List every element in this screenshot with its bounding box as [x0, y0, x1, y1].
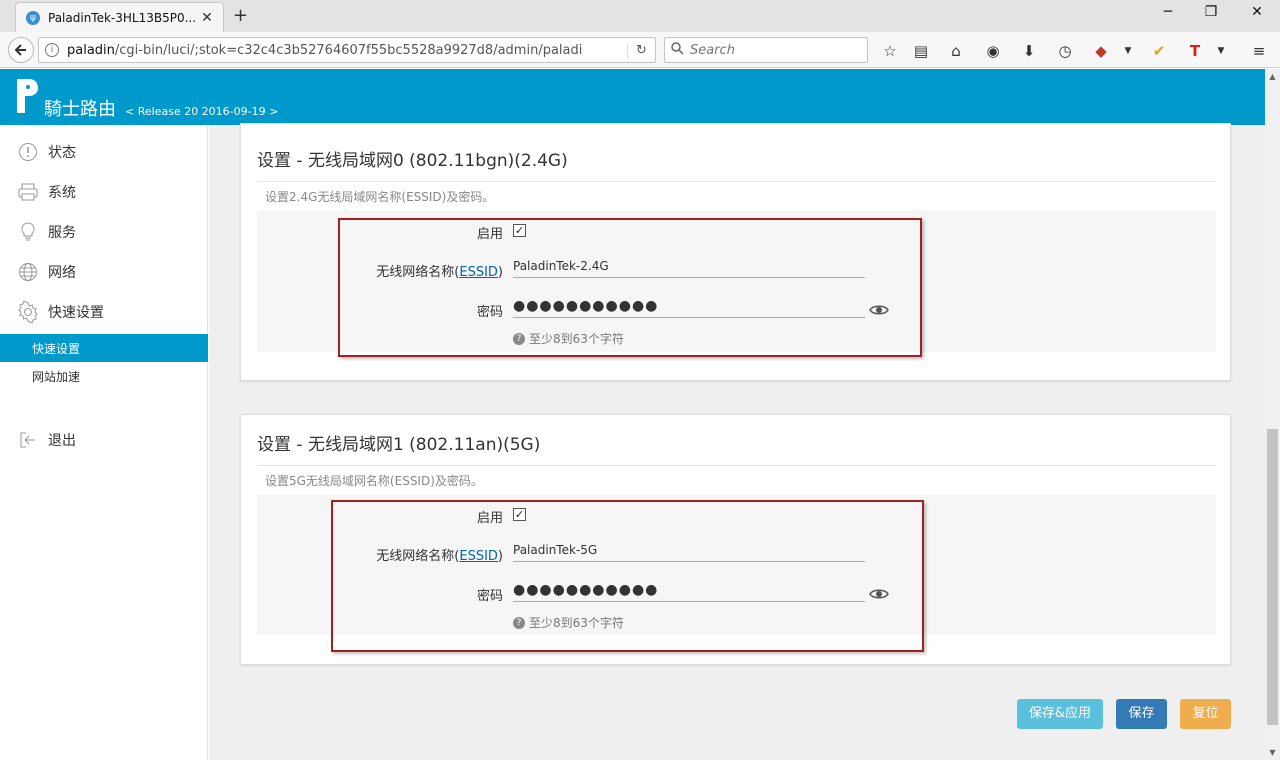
- logo-text: 騎士路由: [44, 99, 116, 120]
- favicon-icon: ψ: [26, 10, 40, 25]
- reading-list-icon[interactable]: ▤: [910, 40, 932, 62]
- sidebar-subitem-site-acceleration[interactable]: 网站加速: [0, 362, 208, 390]
- wifi-2g-ssid-input[interactable]: [513, 254, 865, 278]
- save-button[interactable]: 保存: [1116, 699, 1167, 729]
- ssid-label: 无线网络名称(ESSID): [376, 265, 503, 280]
- wifi-5g-description: 设置5G无线局域网名称(ESSID)及密码。: [265, 474, 483, 488]
- wifi-2g-panel: 设置 - 无线局域网0 (802.11bgn)(2.4G) 设置2.4G无线局域…: [240, 123, 1231, 381]
- search-icon: [671, 41, 684, 59]
- minimize-button[interactable]: ─: [1158, 4, 1178, 20]
- help-icon: ?: [513, 332, 525, 345]
- info-icon: [16, 140, 40, 164]
- history-icon[interactable]: ◷: [1054, 40, 1076, 62]
- sidebar-item-logout[interactable]: 退出: [0, 420, 208, 460]
- sidebar: 状态 系统 服务 网络 快速设置 快速设置 网站加速 退出: [0, 125, 208, 760]
- tab-close-icon[interactable]: ✕: [197, 10, 217, 26]
- wifi-5g-enable-checkbox[interactable]: ✓: [513, 508, 526, 521]
- new-tab-button[interactable]: +: [233, 5, 248, 26]
- sidebar-item-services[interactable]: 服务: [0, 212, 208, 252]
- scroll-up-arrow-icon[interactable]: ▲: [1265, 69, 1280, 84]
- search-input[interactable]: [690, 42, 860, 58]
- lightbulb-icon: [16, 220, 40, 244]
- reset-button[interactable]: 复位: [1180, 699, 1231, 729]
- knight-logo-icon: [17, 79, 38, 113]
- restore-button[interactable]: ❐: [1201, 4, 1221, 20]
- wifi-2g-description: 设置2.4G无线局域网名称(ESSID)及密码。: [265, 190, 495, 204]
- wifi-5g-panel: 设置 - 无线局域网1 (802.11an)(5G) 设置5G无线局域网名称(E…: [240, 414, 1231, 665]
- essid-link[interactable]: ESSID: [459, 549, 498, 564]
- browser-nav-bar: i paladin/cgi-bin/luci/;stok=c32c4c3b527…: [0, 32, 1280, 68]
- window-close-button[interactable]: ✕: [1247, 4, 1267, 20]
- sidebar-item-network[interactable]: 网络: [0, 252, 208, 292]
- wifi-2g-password-input[interactable]: [513, 294, 865, 318]
- back-button[interactable]: [8, 37, 34, 63]
- release-info: < Release 20 2016-09-19 >: [125, 105, 279, 118]
- scroll-down-arrow-icon[interactable]: ▼: [1265, 745, 1280, 760]
- printer-icon: [16, 180, 40, 204]
- wifi-5g-ssid-input[interactable]: [513, 538, 865, 562]
- mask-icon[interactable]: ◉: [982, 40, 1004, 62]
- wifi-5g-hint: ? 至少8到63个字符: [513, 614, 624, 631]
- checkmark-extension-icon[interactable]: ✔: [1148, 40, 1170, 62]
- download-icon[interactable]: ⬇: [1018, 40, 1040, 62]
- app-header: 騎士路由 < Release 20 2016-09-19 >: [0, 69, 1265, 125]
- extension-icon[interactable]: ◆: [1090, 40, 1112, 62]
- url-text[interactable]: paladin/cgi-bin/luci/;stok=c32c4c3b52764…: [67, 43, 627, 58]
- info-icon[interactable]: i: [45, 43, 59, 57]
- ssid-label: 无线网络名称(ESSID): [376, 549, 503, 564]
- main-content: 设置 - 无线局域网0 (802.11bgn)(2.4G) 设置2.4G无线局域…: [209, 123, 1265, 760]
- essid-link[interactable]: ESSID: [459, 265, 498, 280]
- show-password-eye-icon[interactable]: [869, 303, 889, 317]
- page-scrollbar[interactable]: ▲ ▼: [1265, 69, 1280, 760]
- divider: [257, 465, 1216, 466]
- gear-icon: [16, 300, 40, 324]
- wifi-5g-title: 设置 - 无线局域网1 (802.11an)(5G): [257, 435, 541, 455]
- save-apply-button[interactable]: 保存&应用: [1017, 699, 1103, 729]
- sidebar-item-system[interactable]: 系统: [0, 172, 208, 212]
- scrollbar-thumb[interactable]: [1267, 429, 1278, 725]
- wifi-5g-password-input[interactable]: [513, 578, 865, 602]
- show-password-eye-icon[interactable]: [869, 587, 889, 601]
- divider: [257, 181, 1216, 182]
- tab-title: PaladinTek-3HL13B5P0...: [48, 10, 197, 25]
- password-label: 密码: [476, 305, 503, 320]
- reload-icon[interactable]: ↻: [627, 42, 655, 58]
- extension-dropdown-icon[interactable]: ▼: [1117, 40, 1139, 62]
- help-icon: ?: [513, 616, 525, 629]
- sidebar-subitem-quick-setup[interactable]: 快速设置: [0, 334, 208, 362]
- wifi-2g-enable-checkbox[interactable]: ✓: [513, 224, 526, 237]
- wifi-2g-hint: ? 至少8到63个字符: [513, 330, 624, 347]
- enable-label: 启用: [476, 511, 503, 526]
- home-icon[interactable]: ⌂: [945, 40, 967, 62]
- text-extension-dropdown-icon[interactable]: ▼: [1210, 40, 1232, 62]
- text-extension-icon[interactable]: T: [1184, 40, 1206, 62]
- url-bar[interactable]: i paladin/cgi-bin/luci/;stok=c32c4c3b527…: [38, 37, 656, 63]
- password-label: 密码: [476, 589, 503, 604]
- globe-icon: [16, 260, 40, 284]
- menu-icon[interactable]: ≡: [1248, 40, 1270, 62]
- sidebar-item-quick-setup[interactable]: 快速设置: [0, 292, 208, 332]
- enable-label: 启用: [476, 227, 503, 242]
- wifi-2g-title: 设置 - 无线局域网0 (802.11bgn)(2.4G): [257, 151, 568, 171]
- browser-tab-bar: ψ PaladinTek-3HL13B5P0... ✕ + ─ ❐ ✕: [0, 0, 1280, 32]
- back-arrow-icon: [14, 44, 26, 56]
- logout-icon: [16, 428, 40, 452]
- browser-tab[interactable]: ψ PaladinTek-3HL13B5P0... ✕: [15, 2, 224, 32]
- search-bar[interactable]: [664, 37, 868, 63]
- bookmark-star-icon[interactable]: ☆: [879, 40, 901, 62]
- sidebar-item-status[interactable]: 状态: [0, 132, 208, 172]
